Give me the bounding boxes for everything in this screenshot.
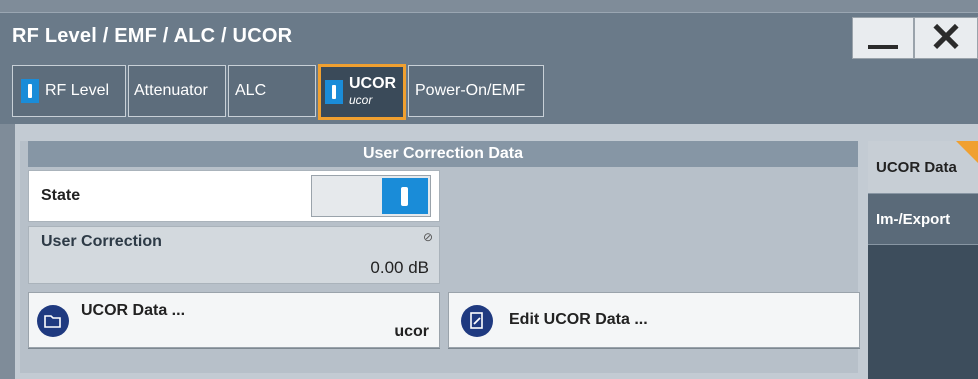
tab-label: Attenuator [134,82,208,99]
tab-ucor[interactable]: UCOR ucor [318,64,406,120]
tab-rf-level[interactable]: RF Level [12,65,126,117]
edit-document-icon [461,305,493,337]
edit-ucor-data-label: Edit UCOR Data ... [509,311,648,328]
close-icon: ✕ [929,16,963,60]
tab-label: RF Level [45,82,110,99]
section-header: User Correction Data [28,141,858,167]
minimize-icon [868,45,898,49]
tab-power-on-emf[interactable]: Power-On/EMF [408,65,544,117]
side-tab-ucor-data[interactable]: UCOR Data [868,141,978,193]
edit-ucor-data-button[interactable]: Edit UCOR Data ... [448,292,860,348]
readonly-icon: ⊘ [422,230,433,244]
tab-sublabel: ucor [349,93,373,107]
ucor-data-value: ucor [394,323,429,340]
state-on-indicator-icon [325,80,343,104]
user-correction-value: 0.00 dB [370,258,429,277]
tab-alc[interactable]: ALC [228,65,316,117]
state-label: State [41,187,81,204]
user-correction-label: User Correction [41,233,162,250]
folder-open-icon [37,305,69,337]
tab-label: ALC [235,82,267,99]
toggle-on-icon [382,178,428,214]
tab-bar: RF Level Attenuator ALC UCOR ucor Power-… [0,60,978,124]
side-tab-im-export[interactable]: Im-/Export [868,193,978,245]
tab-attenuator[interactable]: Attenuator [128,65,226,117]
title-bar: RF Level / EMF / ALC / UCOR ✕ [0,12,978,61]
dialog-window: RF Level / EMF / ALC / UCOR ✕ RF Level A… [0,0,978,379]
ucor-data-button[interactable]: UCOR Data ... ucor [28,292,440,348]
state-on-indicator-icon [21,79,39,103]
minimize-button[interactable] [852,17,914,59]
close-button[interactable]: ✕ [914,17,978,59]
window-title: RF Level / EMF / ALC / UCOR [12,25,293,47]
ucor-data-label: UCOR Data ... [81,302,186,319]
side-tab-label: Im-/Export [876,210,951,228]
tab-label: UCOR [349,75,397,92]
side-tab-label: UCOR Data [876,158,957,176]
tab-label: Power-On/EMF [415,82,526,99]
user-correction-field: User Correction ⊘ 0.00 dB [28,226,440,284]
state-toggle[interactable] [311,175,431,217]
state-row: State [28,170,440,222]
